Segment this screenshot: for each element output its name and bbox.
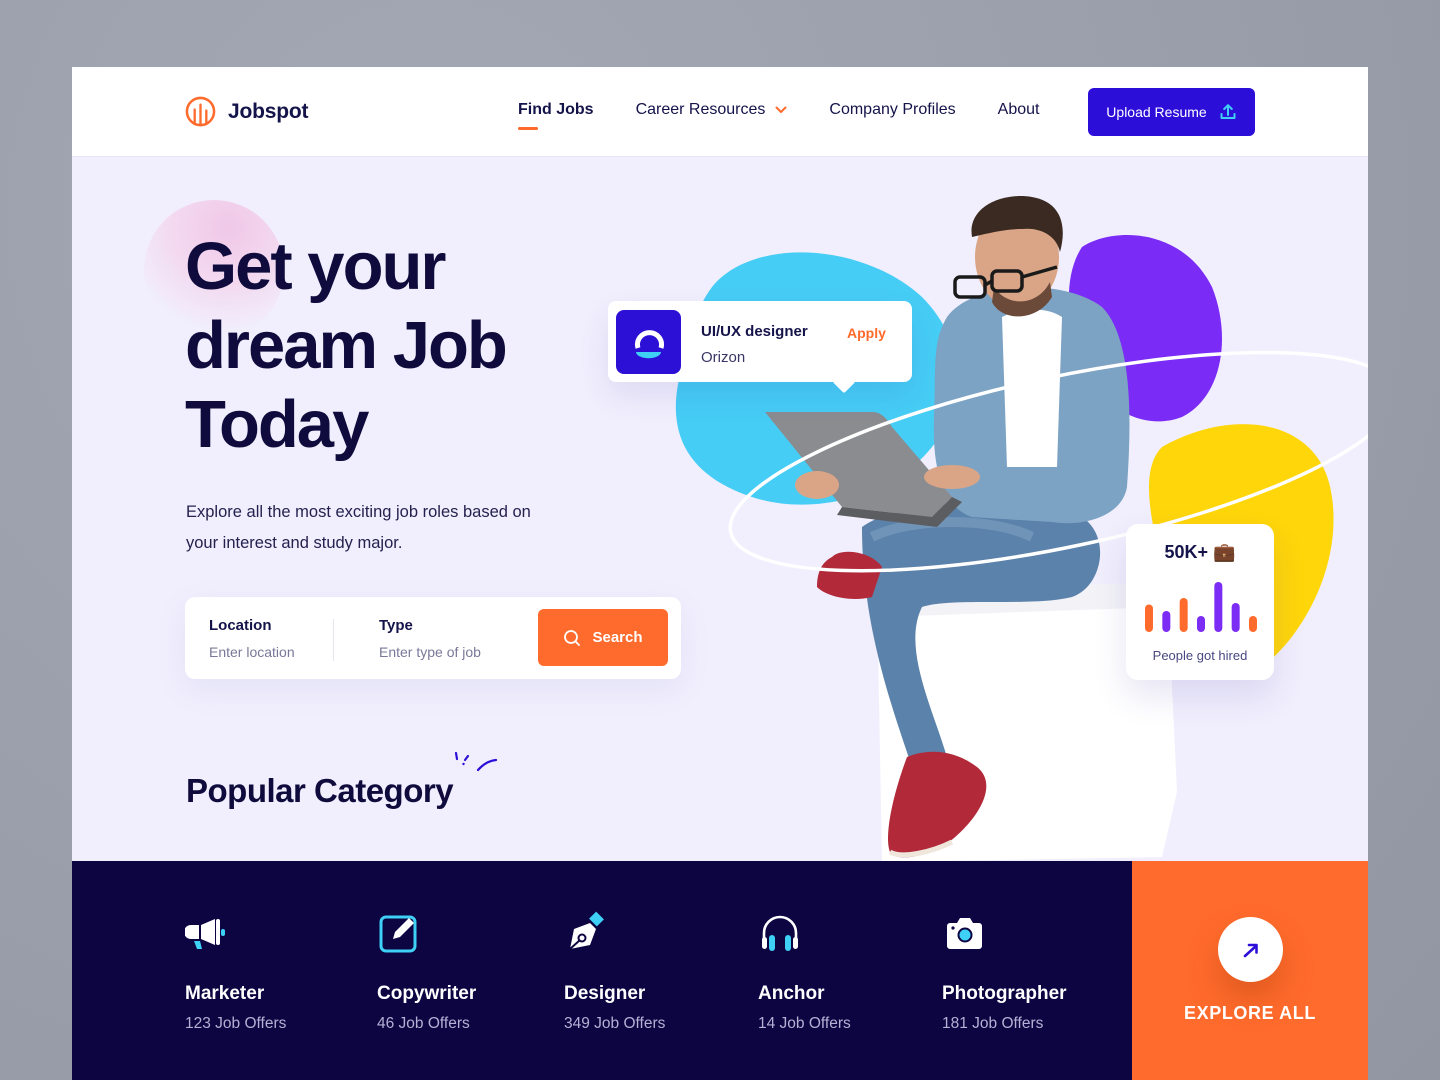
category-marketer[interactable]: Marketer 123 Job Offers	[185, 911, 286, 1033]
megaphone-icon	[185, 919, 225, 949]
job-preview-card[interactable]: UI/UX designer Orizon Apply	[608, 301, 912, 382]
hero-title-line: Today	[185, 387, 369, 462]
location-input[interactable]	[209, 644, 349, 660]
edit-icon	[379, 915, 417, 953]
hired-chart-bar	[1145, 604, 1153, 632]
category-copywriter[interactable]: Copywriter 46 Job Offers	[377, 911, 476, 1033]
hired-chart-bar	[1231, 603, 1240, 632]
category-count: 46 Job Offers	[377, 1015, 470, 1032]
hired-count: 50K+	[1164, 542, 1209, 562]
upload-resume-label: Upload Resume	[1106, 104, 1207, 120]
category-strip: Marketer 123 Job Offers Copywriter 46 Jo…	[72, 861, 1132, 1080]
search-icon	[564, 629, 581, 646]
category-anchor[interactable]: Anchor 14 Job Offers	[758, 911, 851, 1033]
company-logo	[616, 310, 681, 374]
category-name: Photographer	[942, 983, 1067, 1004]
upload-resume-button[interactable]: Upload Resume	[1088, 88, 1255, 136]
nav-about-label: About	[997, 101, 1040, 118]
arrow-up-right-icon	[1243, 943, 1258, 957]
briefcase-icon: 💼	[1213, 542, 1236, 562]
popular-category-title: Popular Category	[186, 772, 454, 809]
logo-text: Jobspot	[228, 99, 309, 123]
category-name: Designer	[564, 983, 646, 1004]
category-name: Copywriter	[377, 983, 477, 1004]
hired-stat-card: 50K+ 💼 People got hired	[1126, 524, 1274, 680]
category-photographer[interactable]: Photographer 181 Job Offers	[942, 911, 1067, 1033]
category-count: 123 Job Offers	[185, 1015, 287, 1032]
category-count: 181 Job Offers	[942, 1015, 1044, 1032]
logo[interactable]: Jobspot	[185, 96, 308, 127]
category-name: Anchor	[758, 983, 825, 1004]
purple-blob	[1068, 235, 1222, 422]
job-company: Orizon	[701, 349, 746, 366]
type-label: Type	[379, 617, 413, 634]
hired-chart-bar	[1249, 616, 1257, 632]
hero-title: Get your dream Job Today	[185, 227, 605, 464]
hired-stat-value: 50K+ 💼	[1126, 542, 1274, 563]
jobspot-page: Jobspot Find Jobs Career Resources Compa…	[72, 67, 1368, 1080]
field-divider	[333, 619, 334, 661]
hired-mini-chart	[1145, 582, 1257, 632]
chevron-down-icon	[775, 106, 787, 113]
camera-icon	[947, 918, 982, 949]
hired-chart-bar	[1162, 611, 1171, 632]
upload-icon	[1220, 104, 1236, 119]
nav-find-jobs-label: Find Jobs	[518, 101, 594, 118]
explore-circle	[1218, 917, 1283, 982]
category-name: Marketer	[185, 983, 265, 1004]
explore-all-button[interactable]: EXPLORE ALL	[1132, 861, 1368, 1080]
category-count: 349 Job Offers	[564, 1015, 666, 1032]
hired-chart-bar	[1214, 582, 1223, 632]
hero-title-line: Get your	[185, 229, 447, 304]
category-count: 14 Job Offers	[758, 1015, 851, 1032]
job-search-bar: Location Type Search	[185, 597, 681, 679]
nav-about[interactable]: About	[998, 101, 1040, 119]
nav-career-resources-label: Career Resources	[635, 101, 766, 118]
header: Jobspot Find Jobs Career Resources Compa…	[72, 67, 1368, 157]
hired-stat-label: People got hired	[1152, 648, 1248, 663]
hired-chart-bar	[1197, 616, 1205, 632]
hero-title-line: dream Job	[185, 308, 508, 383]
type-input[interactable]	[379, 644, 519, 660]
nav-company-profiles[interactable]: Company Profiles	[829, 101, 955, 119]
search-button[interactable]: Search	[538, 609, 668, 666]
hired-chart-bar	[1179, 598, 1188, 632]
logo-icon	[185, 96, 216, 127]
type-field[interactable]: Type	[379, 617, 519, 660]
explore-all-label: EXPLORE ALL	[1184, 1003, 1316, 1023]
nav-find-jobs[interactable]: Find Jobs	[518, 101, 594, 130]
nav-career-resources[interactable]: Career Resources	[636, 101, 788, 119]
nav-company-profiles-label: Company Profiles	[829, 101, 956, 118]
orizon-logo-icon	[635, 330, 664, 359]
person-illustration	[765, 196, 1130, 858]
headphones-icon	[762, 915, 798, 951]
job-title: UI/UX designer	[701, 323, 808, 340]
hero-subtitle: Explore all the most exciting job roles …	[186, 503, 531, 552]
apply-link[interactable]: Apply	[847, 325, 886, 341]
location-label: Location	[209, 617, 272, 634]
search-button-label: Search	[592, 629, 643, 646]
sparkle-decoration-icon	[454, 751, 498, 772]
category-designer[interactable]: Designer 349 Job Offers	[564, 911, 665, 1033]
main-nav: Find Jobs Career Resources Company Profi…	[518, 101, 1081, 130]
pen-tool-icon	[569, 911, 604, 950]
location-field[interactable]: Location	[209, 617, 349, 660]
